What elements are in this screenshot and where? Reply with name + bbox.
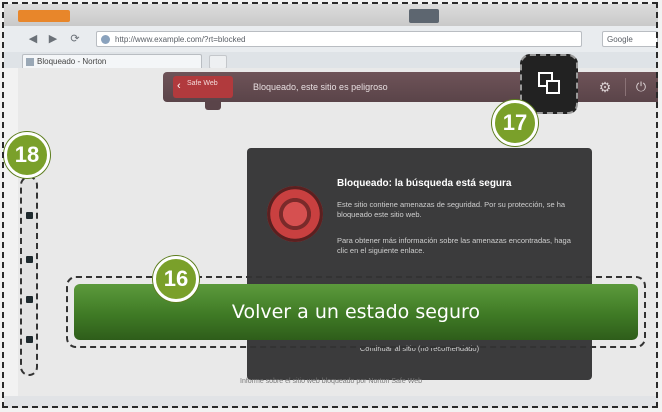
refresh-icon[interactable]: ⟳: [68, 32, 82, 46]
side-panel-icon[interactable]: [26, 256, 33, 263]
new-tab-button[interactable]: [209, 55, 227, 69]
panel-paragraph-1: Este sitio contiene amenazas de segurida…: [337, 200, 566, 219]
footnote-link[interactable]: Informe sobre el sitio web bloqueado por…: [0, 378, 662, 385]
callout-17: 17: [492, 100, 538, 146]
url-text: http://www.example.com/?rt=blocked: [115, 35, 246, 44]
side-panel-icon[interactable]: [26, 212, 33, 219]
address-bar: ◀ ▶ ⟳ http://www.example.com/?rt=blocked…: [4, 26, 658, 53]
cta-highlight: Volver a un estado seguro: [66, 276, 646, 348]
norton-toolbar: Safe Web Bloqueado, este sitio es peligr…: [163, 72, 658, 102]
toolbar-divider: [625, 78, 626, 96]
callout-18: 18: [4, 132, 50, 178]
panel-paragraph-2: Para obtener más información sobre las a…: [337, 236, 571, 255]
panel-title: Bloqueado: la búsqueda está segura: [337, 178, 512, 189]
forward-icon[interactable]: ▶: [46, 32, 60, 46]
window-controls[interactable]: [409, 9, 439, 23]
tab-favicon-icon: [26, 58, 34, 66]
tab-blocked[interactable]: Bloqueado - Norton: [22, 54, 202, 68]
url-field[interactable]: http://www.example.com/?rt=blocked: [96, 31, 582, 47]
toolbar-dropdown-handle[interactable]: [205, 102, 221, 110]
browser-titlebar: [4, 4, 658, 26]
back-icon[interactable]: ◀: [26, 32, 40, 46]
blocked-shield-icon: [267, 186, 323, 242]
toolbar-status-text: Bloqueado, este sitio es peligroso: [253, 82, 388, 92]
status-bar: [4, 396, 658, 408]
power-icon[interactable]: ⏻: [632, 78, 650, 96]
tab-title: Bloqueado - Norton: [37, 57, 107, 66]
safe-web-badge[interactable]: Safe Web: [173, 76, 233, 98]
callout-16: 16: [153, 256, 199, 302]
browser-logo-button[interactable]: [18, 10, 70, 22]
left-side-panel[interactable]: [20, 176, 38, 376]
side-panel-icon[interactable]: [26, 296, 33, 303]
gear-icon[interactable]: ⚙: [596, 78, 614, 96]
site-favicon-icon: [101, 35, 110, 44]
search-field[interactable]: Google: [602, 31, 658, 47]
side-panel-icon[interactable]: [26, 336, 33, 343]
window-restore-icon: [538, 72, 560, 94]
